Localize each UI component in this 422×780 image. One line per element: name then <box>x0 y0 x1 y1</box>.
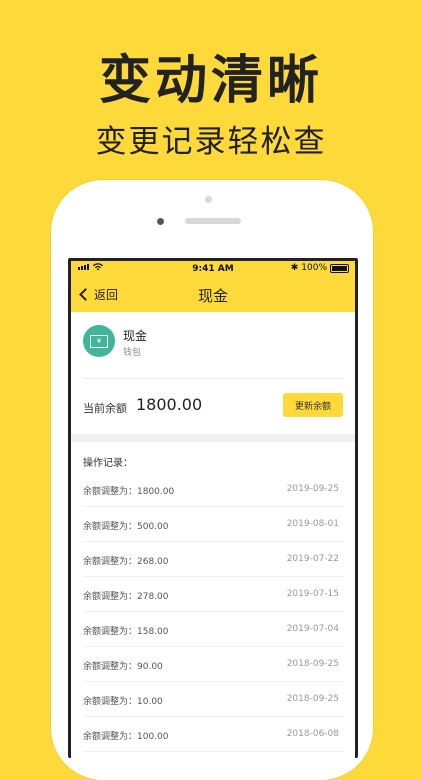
account-type: 钱包 <box>123 348 142 358</box>
record-date: 2018-06-08 <box>286 729 339 739</box>
account-name: 现金 <box>123 329 148 343</box>
record-row[interactable]: 余额调整为：100.00 2018-06-08 <box>83 717 343 752</box>
phone-sensor <box>157 218 164 225</box>
record-date: 2019-07-15 <box>286 589 339 599</box>
cash-wallet-icon: ¥ <box>83 325 115 357</box>
record-date: 2019-09-25 <box>286 484 339 494</box>
balance-row: 当前余额 1800.00 更新余额 <box>83 379 343 434</box>
app-screen: 9:41 AM ✱ 100% 返回 现金 ¥ 现金 钱包 当前余额 1800.0… <box>71 261 355 758</box>
app-header: 9:41 AM ✱ 100% 返回 现金 <box>71 261 355 312</box>
status-right: ✱ 100% <box>291 263 349 273</box>
banknote-icon: ¥ <box>90 334 108 348</box>
record-amount: 余额调整为：278.00 <box>83 592 169 602</box>
record-row[interactable]: 余额调整为：10.00 2018-09-25 <box>83 682 343 717</box>
record-date: 2018-09-25 <box>286 659 339 669</box>
record-amount: 余额调整为：500.00 <box>83 522 169 532</box>
page-title: 现金 <box>197 287 228 305</box>
record-amount: 余额调整为：1800.00 <box>83 487 175 497</box>
section-divider <box>71 434 355 442</box>
balance-label: 当前余额 <box>83 402 127 415</box>
record-row[interactable]: 余额调整为：90.00 2018-09-25 <box>83 647 343 682</box>
promo-headline: 变动清晰 <box>98 51 323 111</box>
record-row[interactable]: 余额调整为：500.00 2019-08-01 <box>83 507 343 542</box>
update-balance-button[interactable]: 更新余额 <box>283 393 343 417</box>
record-amount: 余额调整为：100.00 <box>83 732 169 742</box>
record-date: 2019-07-04 <box>286 624 339 634</box>
nav-bar: 返回 现金 <box>71 278 355 312</box>
record-amount: 余额调整为：10.00 <box>83 697 163 707</box>
record-row[interactable]: 余额调整为：278.00 2019-07-15 <box>83 577 343 612</box>
record-date: 2018-09-25 <box>286 694 339 704</box>
record-row[interactable]: 余额调整为：268.00 2019-07-22 <box>83 542 343 577</box>
balance-value: 1800.00 <box>136 395 203 414</box>
record-amount: 余额调整为：158.00 <box>83 627 169 637</box>
account-card: ¥ 现金 钱包 <box>83 312 343 379</box>
record-amount: 余额调整为：268.00 <box>83 557 169 567</box>
bluetooth-icon: ✱ <box>290 263 299 273</box>
battery-icon <box>330 263 349 273</box>
phone-camera <box>205 196 212 203</box>
record-row[interactable]: 余额调整为：1800.00 2019-09-25 <box>83 472 343 507</box>
status-bar: 9:41 AM ✱ 100% <box>71 261 355 278</box>
record-date: 2019-07-22 <box>286 554 339 564</box>
phone-speaker <box>185 218 241 224</box>
battery-percent: 100% <box>301 263 327 273</box>
record-amount: 余额调整为：90.00 <box>83 662 163 672</box>
phone-screen: 9:41 AM ✱ 100% 返回 现金 ¥ 现金 钱包 当前余额 1800.0… <box>68 258 358 758</box>
promo-subline: 变更记录轻松查 <box>95 124 327 160</box>
records-title: 操作记录： <box>83 458 133 469</box>
records-list: 余额调整为：1800.00 2019-09-25 余额调整为：500.00 20… <box>71 472 355 752</box>
record-date: 2019-08-01 <box>286 519 339 529</box>
record-row[interactable]: 余额调整为：158.00 2019-07-04 <box>83 612 343 647</box>
